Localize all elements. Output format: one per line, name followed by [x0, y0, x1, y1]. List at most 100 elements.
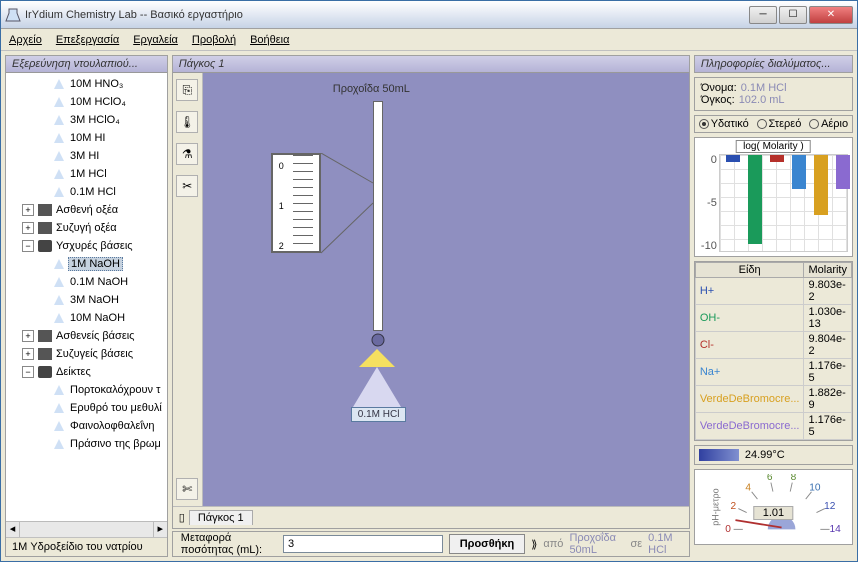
tree-item[interactable]: +Συζυγή οξέα: [8, 219, 165, 237]
tree-item[interactable]: 10M HI: [8, 129, 165, 147]
expander-icon[interactable]: +: [22, 222, 34, 234]
folder-icon: [38, 348, 52, 360]
tree-scrollbar[interactable]: ◂ ▸: [6, 521, 167, 537]
tree-label: Πράσινο της βρωμ: [68, 438, 163, 450]
toolstrip: ⎘ 🌡 ⚗ ✂ ✄: [173, 73, 203, 506]
tree-item[interactable]: Ερυθρό του μεθυλί: [8, 399, 165, 417]
tool-scissors-icon[interactable]: ✄: [176, 478, 198, 500]
tree-item[interactable]: +Ασθενή οξέα: [8, 201, 165, 219]
minimize-button[interactable]: ─: [749, 6, 777, 24]
tree-item[interactable]: 3M HClO₄: [8, 111, 165, 129]
ph-meter: pH-μετρο 02468101214 1.01: [694, 469, 853, 545]
tree-item[interactable]: 1M NaOH: [8, 255, 165, 273]
ph-dial: 02468101214: [717, 474, 846, 534]
radio-gas[interactable]: Αέριο: [809, 118, 848, 130]
table-row[interactable]: H+9.803e-2: [695, 278, 851, 305]
burette-label: Προχοΐδα 50mL: [333, 83, 410, 95]
tree-item[interactable]: −Υσχυρές βάσεις: [8, 237, 165, 255]
tree-item[interactable]: Φαινολοφθαλεΐνη: [8, 417, 165, 435]
table-row[interactable]: Na+1.176e-5: [695, 359, 851, 386]
cabinet-panel: Εξερεύνηση ντουλαπιού... 10M HNO₃10M HCl…: [5, 55, 168, 557]
tree-item[interactable]: − Δείκτες: [8, 363, 165, 381]
center-column: Πάγκος 1 ⎘ 🌡 ⚗ ✂ ✄ Προχοΐδα 50mL: [172, 55, 690, 557]
tree-label: Φαινολοφθαλεΐνη: [68, 420, 157, 432]
species-molarity: 1.882e-9: [804, 386, 852, 413]
menu-help[interactable]: Βοήθεια: [250, 34, 289, 46]
svg-text:6: 6: [767, 474, 773, 483]
menu-edit[interactable]: Επεξεργασία: [56, 34, 119, 46]
tool-delete-icon[interactable]: ✂: [176, 175, 198, 197]
temperature-swatch: [699, 449, 739, 461]
tool-thermometer-icon[interactable]: 🌡: [176, 111, 198, 133]
th-species[interactable]: Είδη: [695, 263, 804, 278]
flask-icon: [52, 77, 66, 91]
transfer-add-button[interactable]: Προσθήκη: [449, 534, 526, 554]
tree-item[interactable]: + Συζυγείς βάσεις: [8, 345, 165, 363]
temperature-value: 24.99°C: [745, 449, 785, 461]
flask-icon: [52, 437, 66, 451]
tree-item[interactable]: 1M HCl: [8, 165, 165, 183]
tree-label: 10M HI: [68, 132, 107, 144]
maximize-button[interactable]: ☐: [779, 6, 807, 24]
tree-label: 3M NaOH: [68, 294, 121, 306]
menu-tools[interactable]: Εργαλεία: [133, 34, 178, 46]
flask-icon: [52, 149, 66, 163]
expander-icon[interactable]: −: [22, 366, 34, 378]
species-name: VerdeDeBromocre...: [695, 386, 804, 413]
stopcock-icon[interactable]: [367, 329, 389, 351]
tree-label: Πορτοκαλόχρουν τ: [68, 384, 162, 396]
flask-icon: [52, 311, 66, 325]
radio-solid[interactable]: Στερεό: [757, 118, 802, 130]
disk-icon: [38, 366, 52, 378]
transfer-label: Μεταφορά ποσότητας (mL):: [181, 532, 277, 556]
table-row[interactable]: VerdeDeBromocre...1.176e-5: [695, 413, 851, 440]
tree-label: Συζυγείς βάσεις: [54, 348, 135, 360]
erlenmeyer-flask[interactable]: [353, 355, 401, 407]
tab-handle-icon: ▯: [179, 511, 185, 524]
tree-item[interactable]: +Ασθενείς βάσεις: [8, 327, 165, 345]
tree-item[interactable]: 3M HI: [8, 147, 165, 165]
tree-label: Δείκτες: [54, 366, 93, 378]
tree-item[interactable]: 0.1M HCl: [8, 183, 165, 201]
workbench-canvas[interactable]: Προχοΐδα 50mL 0 1 2: [203, 73, 689, 506]
table-row[interactable]: OH-1.030e-13: [695, 305, 851, 332]
tree-item[interactable]: Πορτοκαλόχρουν τ: [8, 381, 165, 399]
tree-label: 1M HCl: [68, 168, 109, 180]
flask-icon: [52, 167, 66, 181]
transfer-from: Προχοΐδα 50mL: [569, 532, 624, 556]
temperature-box: 24.99°C: [694, 445, 853, 465]
table-row[interactable]: Cl-9.804e-2: [695, 332, 851, 359]
solution-info: Όνομα:0.1M HCl Όγκος:102.0 mL: [694, 77, 853, 111]
tab-bench-1[interactable]: Πάγκος 1: [189, 510, 253, 525]
tree-item[interactable]: 10M NaOH: [8, 309, 165, 327]
flask-icon: [52, 293, 66, 307]
menu-view[interactable]: Προβολή: [192, 34, 236, 46]
tree-item[interactable]: 10M HNO₃: [8, 75, 165, 93]
folder-icon: [38, 204, 52, 216]
expander-icon[interactable]: +: [22, 348, 34, 360]
cabinet-tree[interactable]: 10M HNO₃10M HClO₄3M HClO₄ 10M HI 3M HI 1M H…: [6, 73, 167, 521]
svg-text:14: 14: [829, 524, 841, 534]
close-button[interactable]: ✕: [809, 6, 853, 24]
transfer-amount-input[interactable]: [283, 535, 443, 553]
tree-item[interactable]: 3M NaOH: [8, 291, 165, 309]
svg-text:12: 12: [824, 501, 836, 512]
expander-icon[interactable]: +: [22, 204, 34, 216]
radio-aqueous[interactable]: Υδατικό: [699, 118, 749, 130]
table-row[interactable]: VerdeDeBromocre...1.882e-9: [695, 386, 851, 413]
expander-icon[interactable]: +: [22, 330, 34, 342]
tool-glassware-icon[interactable]: ⚗: [176, 143, 198, 165]
tree-label: 0.1M HCl: [68, 186, 118, 198]
window-title: IrYdium Chemistry Lab -- Βασικό εργαστήρ…: [25, 9, 749, 21]
menu-file[interactable]: Αρχείο: [9, 34, 42, 46]
tool-copy-icon[interactable]: ⎘: [176, 79, 198, 101]
tree-label: 1M NaOH: [68, 257, 123, 271]
solution-name: 0.1M HCl: [741, 82, 787, 94]
app-icon: [5, 7, 21, 23]
titlebar[interactable]: IrYdium Chemistry Lab -- Βασικό εργαστήρ…: [1, 1, 857, 29]
tree-item[interactable]: Πράσινο της βρωμ: [8, 435, 165, 453]
tree-item[interactable]: 10M HClO₄: [8, 93, 165, 111]
tree-item[interactable]: 0.1M NaOH: [8, 273, 165, 291]
expander-icon[interactable]: −: [22, 240, 34, 252]
th-molarity[interactable]: Molarity: [804, 263, 852, 278]
